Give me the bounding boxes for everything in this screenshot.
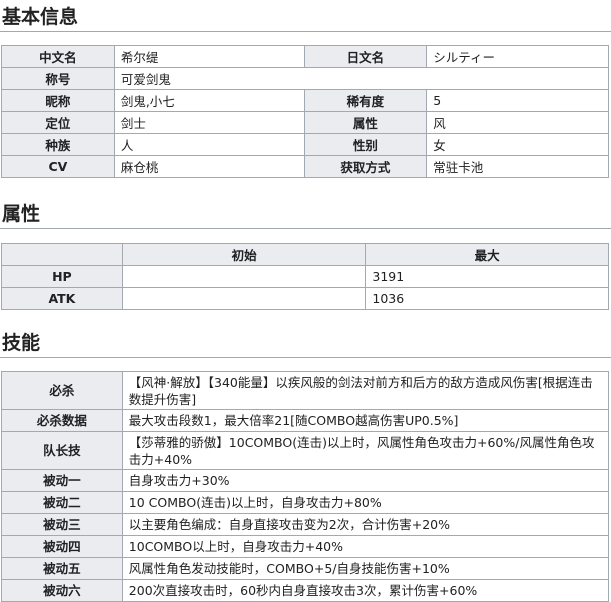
section-title-attributes: 属性	[2, 203, 41, 225]
row-label: 性别	[303, 133, 428, 156]
row-label: 被动五	[1, 557, 123, 580]
row-value: 希尔缇	[113, 45, 305, 68]
row-label: 种族	[1, 133, 115, 156]
max-value: 1036	[365, 287, 609, 310]
table-header-row: 初始 最大	[1, 243, 609, 266]
column-header: 初始	[121, 243, 367, 266]
row-label: 中文名	[1, 45, 115, 68]
row-label: 称号	[1, 67, 115, 90]
table-row: 被动六 200次直接攻击时，60秒内自身直接攻击3次，累计伤害+60%	[1, 579, 610, 602]
basic-info-table: 中文名 希尔缇 日文名 シルティー 称号 可爱剑鬼 昵称 剑鬼,小七 稀有度 5…	[1, 45, 610, 178]
corner-cell	[1, 243, 123, 266]
section-title-basic: 基本信息	[2, 6, 79, 28]
row-label: 被动二	[1, 491, 123, 514]
initial-value	[121, 287, 367, 310]
table-row: ATK 1036	[1, 287, 609, 310]
table-row: 被动四 10COMBO以上时，自身攻击力+40%	[1, 535, 610, 558]
initial-value	[121, 265, 367, 288]
row-label: 日文名	[303, 45, 428, 68]
row-label: 被动一	[1, 469, 123, 492]
row-value: 麻仓桃	[113, 155, 305, 178]
row-value: 女	[426, 133, 609, 156]
row-value: 常驻卡池	[426, 155, 609, 178]
section-divider	[0, 357, 611, 358]
table-row: 必杀 【风神·解放】【340能量】以疾风般的剑法对前方和后方的敌方造成风伤害[根…	[1, 371, 610, 410]
skill-text: 以主要角色编成：自身直接攻击变为2次，合计伤害+20%	[121, 513, 610, 536]
table-row: 称号 可爱剑鬼	[1, 67, 610, 90]
skill-text: 【风神·解放】【340能量】以疾风般的剑法对前方和后方的敌方造成风伤害[根据连击…	[121, 371, 610, 410]
max-value: 3191	[365, 265, 609, 288]
table-row: 被动五 风属性角色发动技能时，COMBO+5/自身技能伤害+10%	[1, 557, 610, 580]
skill-text: 10 COMBO(连击)以上时，自身攻击力+80%	[121, 491, 610, 514]
row-label: 必杀	[1, 371, 123, 410]
skill-text: 10COMBO以上时，自身攻击力+40%	[121, 535, 610, 558]
row-value: 可爱剑鬼	[113, 67, 610, 90]
table-row: CV 麻仓桃 获取方式 常驻卡池	[1, 155, 609, 178]
row-label: 被动六	[1, 579, 123, 602]
skill-text: 风属性角色发动技能时，COMBO+5/自身技能伤害+10%	[121, 557, 610, 580]
row-label: CV	[1, 155, 115, 178]
row-value: 剑士	[113, 111, 305, 134]
row-label: 队长技	[1, 431, 123, 470]
table-row: 种族 人 性别 女	[1, 133, 609, 156]
row-label: 被动四	[1, 535, 123, 558]
row-label: 必杀数据	[1, 409, 123, 432]
attributes-table: 初始 最大 HP 3191 ATK 1036	[1, 243, 609, 310]
skill-text: 最大攻击段数1，最大倍率21[随COMBO越高伤害UP0.5%]	[121, 409, 610, 432]
row-label: 昵称	[1, 89, 115, 112]
skill-text: 自身攻击力+30%	[121, 469, 610, 492]
table-row: 队长技 【莎蒂雅的骄傲】10COMBO(连击)以上时，风属性角色攻击力+60%/…	[1, 431, 610, 470]
table-row: 昵称 剑鬼,小七 稀有度 5	[1, 89, 609, 112]
table-row: 被动三 以主要角色编成：自身直接攻击变为2次，合计伤害+20%	[1, 513, 610, 536]
row-value: 剑鬼,小七	[113, 89, 305, 112]
row-label: 属性	[303, 111, 428, 134]
table-row: 必杀数据 最大攻击段数1，最大倍率21[随COMBO越高伤害UP0.5%]	[1, 409, 610, 432]
table-row: 中文名 希尔缇 日文名 シルティー	[1, 45, 609, 68]
row-label: 稀有度	[303, 89, 428, 112]
table-row: 定位 剑士 属性 风	[1, 111, 609, 134]
table-row: HP 3191	[1, 265, 609, 288]
row-value: シルティー	[426, 45, 609, 68]
row-label: HP	[1, 265, 123, 288]
section-divider	[0, 31, 611, 32]
row-value: 人	[113, 133, 305, 156]
skill-text: 【莎蒂雅的骄傲】10COMBO(连击)以上时，风属性角色攻击力+60%/风属性角…	[121, 431, 610, 470]
row-label: 被动三	[1, 513, 123, 536]
section-divider	[0, 228, 611, 229]
row-label: ATK	[1, 287, 123, 310]
skills-table: 必杀 【风神·解放】【340能量】以疾风般的剑法对前方和后方的敌方造成风伤害[根…	[1, 371, 610, 602]
row-label: 定位	[1, 111, 115, 134]
column-header: 最大	[365, 243, 609, 266]
table-row: 被动二 10 COMBO(连击)以上时，自身攻击力+80%	[1, 491, 610, 514]
row-label: 获取方式	[303, 155, 428, 178]
skill-text: 200次直接攻击时，60秒内自身直接攻击3次，累计伤害+60%	[121, 579, 610, 602]
row-value: 5	[426, 89, 609, 112]
table-row: 被动一 自身攻击力+30%	[1, 469, 610, 492]
section-title-skills: 技能	[2, 332, 41, 354]
row-value: 风	[426, 111, 609, 134]
